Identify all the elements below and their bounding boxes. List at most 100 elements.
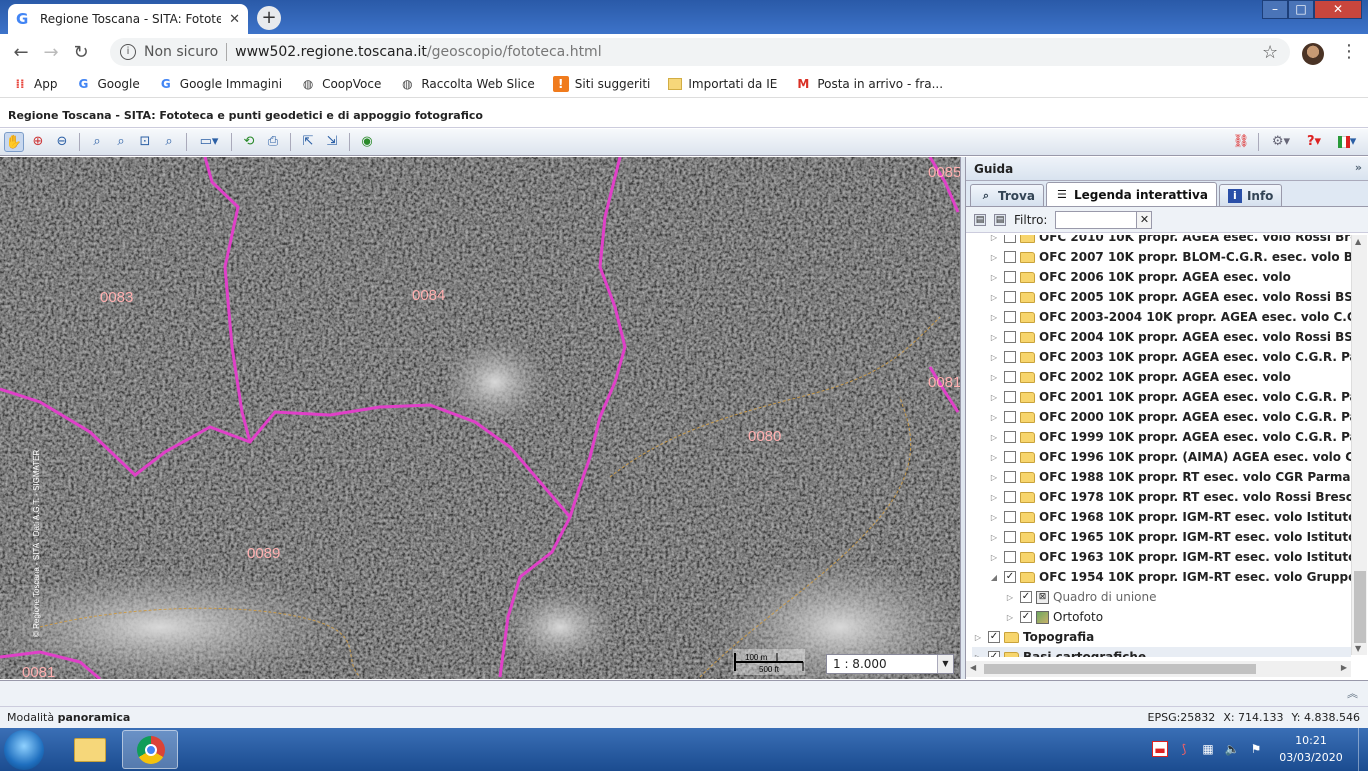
zoom-scale-icon[interactable]: ⌕ xyxy=(159,132,179,152)
layer-checkbox[interactable] xyxy=(1004,471,1016,483)
collapse-all-icon[interactable]: ▤ xyxy=(994,213,1006,226)
layer-checkbox[interactable] xyxy=(1004,271,1016,283)
layer-checkbox[interactable] xyxy=(1004,311,1016,323)
minimize-button[interactable]: – xyxy=(1262,0,1288,19)
legend-tree-row[interactable]: ▷ ✓ Topografia xyxy=(972,627,1351,647)
layer-checkbox[interactable]: ✓ xyxy=(988,651,1000,657)
legend-tree-row[interactable]: ▷ OFC 1963 10K propr. IGM-RT esec. volo I… xyxy=(988,547,1351,567)
reload-icon[interactable]: ↻ xyxy=(66,42,96,63)
tab-legenda-interattiva[interactable]: ☰ Legenda interattiva xyxy=(1045,182,1217,206)
bookmark-raccolta-web-slice[interactable]: ◍ Raccolta Web Slice xyxy=(399,76,535,92)
bookmark-posta-in-arrivo[interactable]: M Posta in arrivo - fra... xyxy=(795,76,943,92)
layer-checkbox[interactable] xyxy=(1004,235,1016,243)
collapse-panel-icon[interactable]: » xyxy=(1355,161,1362,174)
collapsed-arrow-icon[interactable]: ▷ xyxy=(988,393,1000,402)
windows-start-button[interactable] xyxy=(4,730,44,770)
maximize-button[interactable]: □ xyxy=(1288,0,1314,19)
pan-hand-icon[interactable]: ✋ xyxy=(4,132,24,152)
collapsed-arrow-icon[interactable]: ▷ xyxy=(988,433,1000,442)
expand-panel-icon[interactable]: ︽ xyxy=(1347,685,1358,701)
close-window-button[interactable]: ✕ xyxy=(1314,0,1362,19)
bookmark-google-immagini[interactable]: G Google Immagini xyxy=(158,76,282,92)
collapsed-arrow-icon[interactable]: ▷ xyxy=(988,293,1000,302)
layer-checkbox[interactable] xyxy=(1004,391,1016,403)
bookmark-importati-da-ie[interactable]: Importati da IE xyxy=(668,77,777,91)
collapsed-arrow-icon[interactable]: ▷ xyxy=(988,533,1000,542)
collapsed-arrow-icon[interactable]: ▷ xyxy=(988,353,1000,362)
collapsed-arrow-icon[interactable]: ▷ xyxy=(972,633,984,642)
expanded-arrow-icon[interactable]: ◢ xyxy=(988,573,1000,582)
acrobat-tray-icon[interactable]: ⟆ xyxy=(1176,741,1192,757)
layer-checkbox[interactable] xyxy=(1004,431,1016,443)
collapsed-arrow-icon[interactable]: ▷ xyxy=(988,453,1000,462)
zoom-box-icon[interactable]: ⌕ xyxy=(111,132,131,152)
layer-checkbox[interactable] xyxy=(1004,451,1016,463)
tab-trova[interactable]: ⌕ Trova xyxy=(970,184,1044,206)
vertical-scroll-thumb[interactable] xyxy=(1354,571,1366,643)
tab-info[interactable]: i Info xyxy=(1218,184,1283,206)
layer-checkbox[interactable]: ✓ xyxy=(988,631,1000,643)
info-icon[interactable]: i xyxy=(120,44,136,60)
layer-checkbox[interactable] xyxy=(1004,551,1016,563)
chevron-down-icon[interactable]: ▼ xyxy=(937,655,953,673)
new-tab-button[interactable]: + xyxy=(257,6,281,30)
collapsed-arrow-icon[interactable]: ▷ xyxy=(988,333,1000,342)
layer-checkbox[interactable] xyxy=(1004,291,1016,303)
tab-close-icon[interactable]: ✕ xyxy=(229,12,240,27)
expand-all-icon[interactable]: ▤ xyxy=(974,213,986,226)
link-icon[interactable]: ⛓ xyxy=(1231,132,1251,152)
forward-arrow-icon[interactable]: → xyxy=(36,42,66,63)
chrome-menu-icon[interactable]: ⋮ xyxy=(1340,41,1358,62)
system-clock[interactable]: 10:21 03/03/2020 xyxy=(1276,732,1346,766)
collapsed-arrow-icon[interactable]: ▷ xyxy=(972,653,984,658)
globe-icon[interactable]: ◉ xyxy=(357,132,377,152)
scale-select[interactable]: 1 : 8.000 ▼ xyxy=(826,654,954,674)
settings-gear-icon[interactable]: ⚙▾ xyxy=(1266,132,1296,152)
file-explorer-taskbar-button[interactable] xyxy=(62,730,118,769)
scroll-up-icon[interactable]: ▲ xyxy=(1355,237,1361,246)
legend-tree-row[interactable]: ▷ OFC 2006 10K propr. AGEA esec. volo xyxy=(988,267,1291,287)
scroll-down-icon[interactable]: ▼ xyxy=(1355,644,1361,653)
identify-cursor-icon[interactable]: ⇲ xyxy=(322,132,342,152)
legend-tree-row[interactable]: ▷ OFC 1996 10K propr. (AIMA) AGEA esec. v… xyxy=(988,447,1351,467)
bookmark-google[interactable]: G Google xyxy=(75,76,140,92)
network-tray-icon[interactable]: ▦ xyxy=(1200,741,1216,757)
layer-checkbox[interactable]: ✓ xyxy=(1004,571,1016,583)
legend-tree-row[interactable]: ▷ OFC 2001 10K propr. AGEA esec. volo C.G… xyxy=(988,387,1351,407)
italian-flag-icon[interactable]: ▾ xyxy=(1332,132,1362,152)
layer-checkbox[interactable] xyxy=(1004,251,1016,263)
layer-checkbox[interactable]: ✓ xyxy=(1020,591,1032,603)
back-arrow-icon[interactable]: ← xyxy=(6,42,36,63)
legend-tree-row[interactable]: ▷ OFC 2010 10K propr. AGEA esec. volo Ros… xyxy=(988,235,1351,247)
collapsed-arrow-icon[interactable]: ▷ xyxy=(988,253,1000,262)
orthophoto-map[interactable]: 0083 0084 0080 0089 0081 0085 0081 © Reg… xyxy=(0,157,960,679)
legend-tree-row[interactable]: ▷ ✓ Basi cartografiche xyxy=(972,647,1351,657)
legend-tree-row[interactable]: ▷ OFC 1968 10K propr. IGM-RT esec. volo I… xyxy=(988,507,1351,527)
layer-checkbox[interactable] xyxy=(1004,411,1016,423)
horizontal-scrollbar[interactable]: ◀ ▶ xyxy=(966,661,1351,677)
tray-app-icon[interactable]: ▬ xyxy=(1152,741,1168,757)
collapsed-arrow-icon[interactable]: ▷ xyxy=(988,493,1000,502)
browser-tab[interactable]: G Regione Toscana - SITA: Fototeca ✕ xyxy=(8,4,248,34)
legend-tree-row[interactable]: ◢ ✓ OFC 1954 10K propr. IGM-RT esec. volo … xyxy=(988,567,1351,587)
layer-checkbox[interactable] xyxy=(1004,331,1016,343)
clear-filter-icon[interactable]: ✕ xyxy=(1136,210,1153,229)
legend-tree-row[interactable]: ▷ ✓ Ortofoto xyxy=(1004,607,1103,627)
zoom-window-icon[interactable]: ⊡ xyxy=(135,132,155,152)
legend-tree-row[interactable]: ▷ OFC 2007 10K propr. BLOM-C.G.R. esec. v… xyxy=(988,247,1351,267)
legend-tree-row[interactable]: ▷ OFC 1988 10K propr. RT esec. volo CGR P… xyxy=(988,467,1351,487)
legend-tree-row[interactable]: ▷ OFC 2004 10K propr. AGEA esec. volo Ros… xyxy=(988,327,1351,347)
chrome-taskbar-button[interactable] xyxy=(122,730,178,769)
action-center-flag-icon[interactable]: ⚑ xyxy=(1248,741,1264,757)
map-viewport[interactable]: 0083 0084 0080 0089 0081 0085 0081 © Reg… xyxy=(0,157,960,679)
layer-checkbox[interactable] xyxy=(1004,511,1016,523)
layer-checkbox[interactable]: ✓ xyxy=(1020,611,1032,623)
bookmark-star-icon[interactable]: ☆ xyxy=(1262,42,1278,63)
show-desktop-button[interactable] xyxy=(1358,728,1368,771)
legend-tree-row[interactable]: ▷ OFC 2000 10K propr. AGEA esec. volo C.G… xyxy=(988,407,1351,427)
horizontal-scroll-thumb[interactable] xyxy=(984,664,1256,674)
legend-tree-row[interactable]: ▷ ✓ ⊠ Quadro di unione xyxy=(1004,587,1157,607)
bookmark-coopvoce[interactable]: ◍ CoopVoce xyxy=(300,76,382,92)
collapsed-arrow-icon[interactable]: ▷ xyxy=(988,313,1000,322)
legend-tree-row[interactable]: ▷ OFC 2005 10K propr. AGEA esec. volo Ros… xyxy=(988,287,1351,307)
